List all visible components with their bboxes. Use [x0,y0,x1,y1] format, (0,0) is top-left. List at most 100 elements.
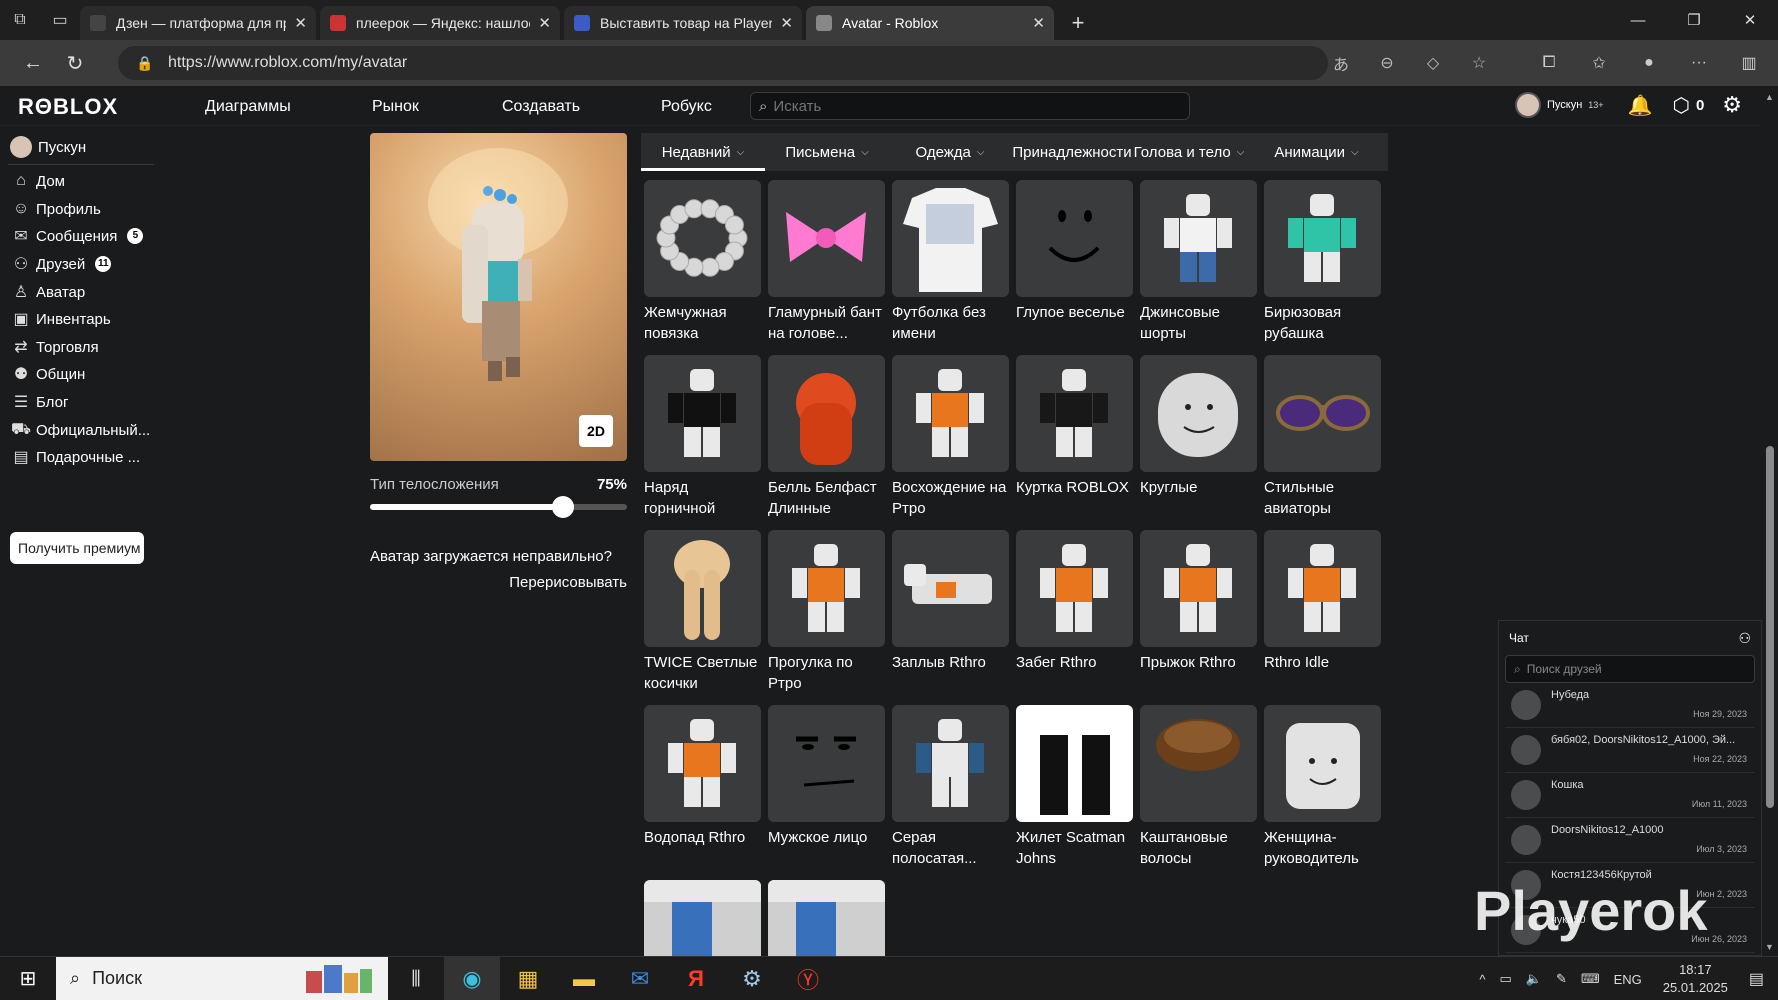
avatar-item-card[interactable] [768,880,885,960]
item-name[interactable]: Заплыв Rthro [892,652,1009,694]
new-tab-button[interactable]: + [1058,6,1098,40]
item-thumbnail[interactable] [768,180,885,297]
nav-link-robux[interactable]: Робукс [661,98,712,116]
item-thumbnail[interactable] [1016,355,1133,472]
favorite-star-icon[interactable]: ☆ [1456,45,1502,81]
item-thumbnail[interactable] [1016,180,1133,297]
redraw-link[interactable]: Перерисовывать [370,574,627,591]
refresh-icon[interactable]: ↻ [54,43,96,83]
avatar-item-card[interactable]: Женщина-руководитель [1264,705,1381,869]
avatar-item-card[interactable]: Джинсовые шорты [1140,180,1257,344]
page-scrollbar[interactable]: ▲ ▼ [1762,86,1778,956]
more-menu-icon[interactable]: ··· [1674,45,1724,81]
language-indicator[interactable]: ENG [1607,972,1649,987]
sidebar-item[interactable]: ▤ Подарочные ... [10,446,140,468]
2d-toggle-button[interactable]: 2D [579,415,613,447]
avatar-item-card[interactable]: Заплыв Rthro [892,530,1009,694]
chat-conversation-row[interactable]: Кошка Июл 11, 2023 [1505,773,1755,818]
item-name[interactable]: Мужское лицо [768,827,885,869]
extensions-icon[interactable]: ⧠ [1524,45,1574,81]
edge-browser-icon[interactable]: ◉ [444,956,500,1000]
tab-close-icon[interactable]: ✕ [294,14,307,32]
scroll-down-icon[interactable]: ▼ [1765,942,1774,952]
scrollbar-thumb[interactable] [1766,446,1774,808]
workspaces-icon[interactable]: ⧉ [0,0,40,40]
item-name[interactable]: Водопад Rthro [644,827,761,869]
item-thumbnail[interactable] [644,880,761,960]
tab-close-icon[interactable]: ✕ [780,14,793,32]
item-thumbnail[interactable] [644,180,761,297]
sidebar-item[interactable]: ✉ Сообщения 5 [10,225,144,247]
tab-actions-icon[interactable]: ▭ [40,0,80,40]
task-view-icon[interactable]: ⫴ [388,957,444,1000]
item-name[interactable]: Восхождение на Ртро [892,477,1009,519]
maximize-icon[interactable]: ❐ [1666,0,1722,40]
avatar-item-card[interactable]: Футболка без имени [892,180,1009,344]
roblox-logo[interactable]: RΘBLOX [18,94,118,120]
avatar-item-card[interactable]: Жемчужная повязка [644,180,761,344]
item-thumbnail[interactable] [1264,180,1381,297]
category-tab[interactable]: Недавний ⌵ [641,133,765,171]
item-thumbnail[interactable] [768,705,885,822]
sidebar-item[interactable]: ☰ Блог [10,391,69,413]
item-name[interactable]: Гламурный бант на голове... [768,302,885,344]
volume-icon[interactable]: 🔈 [1519,971,1549,987]
avatar-item-card[interactable]: Бирюзовая рубашка [1264,180,1381,344]
sidebar-item[interactable]: ⚇ Друзей 11 [10,253,112,275]
item-name[interactable]: Глупое веселье [1016,302,1133,344]
sidebar-item[interactable]: ▣ Инвентарь [10,308,110,330]
item-name[interactable]: Женщина-руководитель [1264,827,1381,869]
get-premium-button[interactable]: Получить премиум [10,532,144,564]
item-thumbnail[interactable] [892,705,1009,822]
keyboard-icon[interactable]: ⌨ [1574,971,1607,987]
clock[interactable]: 18:17 25.01.2025 [1649,961,1742,997]
item-thumbnail[interactable] [644,355,761,472]
avatar-item-card[interactable]: Серая полосатая... [892,705,1009,869]
avatar-item-card[interactable]: Глупое веселье [1016,180,1133,344]
avatar-preview[interactable]: 2D [370,133,627,461]
search-input[interactable] [773,97,1154,115]
item-name[interactable]: Серая полосатая... [892,827,1009,869]
avatar-item-card[interactable]: Восхождение на Ртро [892,355,1009,519]
item-thumbnail[interactable] [1016,705,1133,822]
sidebar-item[interactable]: ☺ Профиль [10,198,101,220]
item-thumbnail[interactable] [644,530,761,647]
zoom-icon[interactable]: ⊖ [1364,45,1410,81]
item-thumbnail[interactable] [768,530,885,647]
pen-icon[interactable]: ✎ [1549,971,1574,987]
category-tab[interactable]: Анимации ⌵ [1245,133,1388,171]
avatar-item-card[interactable]: Забег Rthro [1016,530,1133,694]
item-name[interactable]: Куртка ROBLOX [1016,477,1133,519]
slider-handle[interactable] [551,496,574,518]
item-name[interactable]: Прогулка по Ртро [768,652,885,694]
avatar-item-card[interactable] [644,880,761,960]
avatar-item-card[interactable]: Куртка ROBLOX [1016,355,1133,519]
nav-link-marketplace[interactable]: Рынок [372,98,419,116]
mail-icon[interactable]: ✉ [612,957,668,1000]
sidebar-item[interactable]: ⚉ Общин [10,363,85,385]
user-avatar[interactable] [1515,92,1541,118]
item-name[interactable]: Каштановые волосы [1140,827,1257,869]
item-thumbnail[interactable] [1140,530,1257,647]
file-explorer-icon[interactable]: ▬ [556,957,612,1000]
body-type-slider[interactable] [370,496,627,518]
notifications-center-icon[interactable]: ▤ [1742,969,1778,989]
item-thumbnail[interactable] [892,180,1009,297]
category-tab[interactable]: Письмена ⌵ [765,133,889,171]
microsoft-store-icon[interactable]: ▦ [500,957,556,1000]
sidebar-user[interactable]: Пускун [10,136,86,158]
item-name[interactable]: Наряд горничной [644,477,761,519]
favorites-icon[interactable]: ✩ [1574,45,1624,81]
item-thumbnail[interactable] [1264,705,1381,822]
windows-start-icon[interactable]: ⊞ [0,957,56,1000]
avatar-item-card[interactable]: Прыжок Rthro [1140,530,1257,694]
item-thumbnail[interactable] [892,530,1009,647]
item-thumbnail[interactable] [768,355,885,472]
tab-close-icon[interactable]: ✕ [1032,14,1045,32]
item-thumbnail[interactable] [1264,530,1381,647]
avatar-item-card[interactable]: Гламурный бант на голове... [768,180,885,344]
settings-gear-icon[interactable]: ⚙ [1722,92,1742,118]
back-icon[interactable]: ← [12,43,54,83]
tray-overflow-icon[interactable]: ^ [1472,972,1492,987]
item-thumbnail[interactable] [1264,355,1381,472]
